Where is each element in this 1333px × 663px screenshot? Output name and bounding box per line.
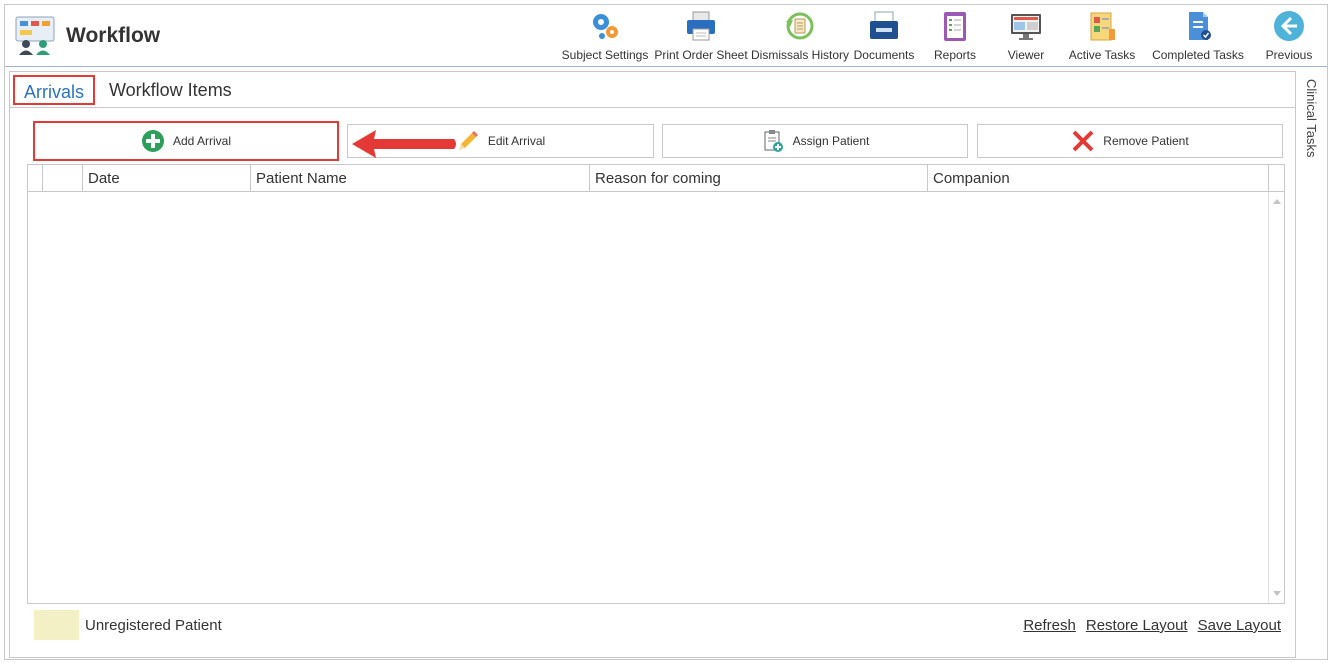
vertical-scrollbar[interactable]	[1268, 192, 1284, 603]
toolbar-label: Completed Tasks	[1152, 48, 1244, 62]
scroll-down-icon[interactable]	[1273, 591, 1281, 596]
add-arrival-label: Add Arrival	[172, 134, 232, 148]
active-tasks-button[interactable]: Active Tasks	[1059, 5, 1145, 67]
grid-indicator-column[interactable]	[43, 165, 83, 192]
monitor-icon	[1011, 14, 1041, 40]
column-header-reason[interactable]: Reason for coming	[590, 165, 928, 192]
toolbar-label: Print Order Sheet	[654, 48, 748, 62]
add-arrival-button[interactable]: Add Arrival	[33, 121, 339, 161]
red-arrow-annotation	[352, 130, 456, 158]
unregistered-patient-label: Unregistered Patient	[85, 617, 222, 634]
dismissals-history-button[interactable]: Dismissals History	[749, 5, 851, 67]
assign-patient-button[interactable]: Assign Patient	[662, 124, 968, 158]
plus-circle-icon	[141, 130, 164, 152]
viewer-button[interactable]: Viewer	[993, 5, 1059, 67]
history-icon	[786, 12, 814, 40]
reports-button[interactable]: Reports	[917, 5, 993, 67]
app-title: Workflow	[66, 24, 161, 47]
assign-patient-label: Assign Patient	[792, 134, 870, 148]
clinical-tasks-tab[interactable]: Clinical Tasks	[1304, 79, 1319, 158]
toolbar-label: Reports	[933, 48, 977, 62]
toolbar-label: Viewer	[1007, 48, 1045, 62]
documents-button[interactable]: Documents	[851, 5, 917, 67]
column-header-companion[interactable]: Companion	[928, 165, 1268, 192]
arrivals-grid[interactable]: Date Patient Name Reason for coming Comp…	[27, 164, 1285, 604]
active-tasks-icon	[1090, 12, 1115, 41]
assign-patient-icon	[764, 130, 783, 152]
toolbar-label: Dismissals History	[750, 48, 849, 62]
completed-tasks-button[interactable]: Completed Tasks	[1145, 5, 1251, 67]
gears-icon	[593, 14, 618, 39]
column-header-patient-name[interactable]: Patient Name	[251, 165, 590, 192]
tab-strip: Arrivals Workflow Items	[10, 72, 1295, 108]
main-panel: Arrivals Workflow Items Add Arrival Edit…	[9, 71, 1296, 658]
workflow-icon	[15, 16, 55, 55]
unregistered-patient-swatch	[34, 610, 79, 640]
remove-patient-button[interactable]: Remove Patient	[977, 124, 1283, 158]
scroll-up-icon[interactable]	[1273, 199, 1281, 204]
back-arrow-icon	[1274, 11, 1304, 41]
grid-header-corner	[1268, 165, 1284, 192]
toolbar: Subject Settings Print Order Sheet Dismi…	[557, 5, 1327, 67]
grid-header: Date Patient Name Reason for coming Comp…	[28, 165, 1284, 192]
clipboard-icon	[944, 12, 966, 41]
header-bar: Workflow Subject Settings Print Order Sh…	[5, 5, 1327, 67]
tab-arrivals[interactable]: Arrivals	[13, 75, 96, 105]
toolbar-label: Subject Settings	[561, 48, 649, 62]
print-order-sheet-button[interactable]: Print Order Sheet	[653, 5, 749, 67]
red-x-icon	[1072, 130, 1094, 152]
toolbar-label: Documents	[853, 48, 915, 62]
completed-tasks-icon	[1189, 12, 1211, 40]
toolbar-label: Active Tasks	[1068, 48, 1136, 62]
action-row: Add Arrival Edit Arrival Assign Patient …	[25, 120, 1283, 161]
printer-icon	[687, 11, 715, 41]
subject-settings-button[interactable]: Subject Settings	[557, 5, 653, 67]
toolbar-label: Previous	[1265, 48, 1313, 62]
restore-layout-link[interactable]: Restore Layout	[1086, 617, 1188, 634]
document-tray-icon	[870, 11, 898, 39]
workflow-window: Workflow Subject Settings Print Order Sh…	[4, 4, 1328, 660]
clinical-tasks-panel[interactable]: Clinical Tasks	[1293, 67, 1327, 659]
tab-workflow-items[interactable]: Workflow Items	[100, 75, 241, 105]
previous-button[interactable]: Previous	[1251, 5, 1327, 67]
refresh-link[interactable]: Refresh	[1023, 617, 1076, 634]
grid-select-column[interactable]	[28, 165, 43, 192]
column-header-date[interactable]: Date	[83, 165, 251, 192]
save-layout-link[interactable]: Save Layout	[1198, 617, 1281, 634]
remove-patient-label: Remove Patient	[1103, 134, 1189, 148]
footer-links: Refresh Restore Layout Save Layout	[1023, 617, 1281, 634]
edit-arrival-label: Edit Arrival	[487, 134, 546, 148]
